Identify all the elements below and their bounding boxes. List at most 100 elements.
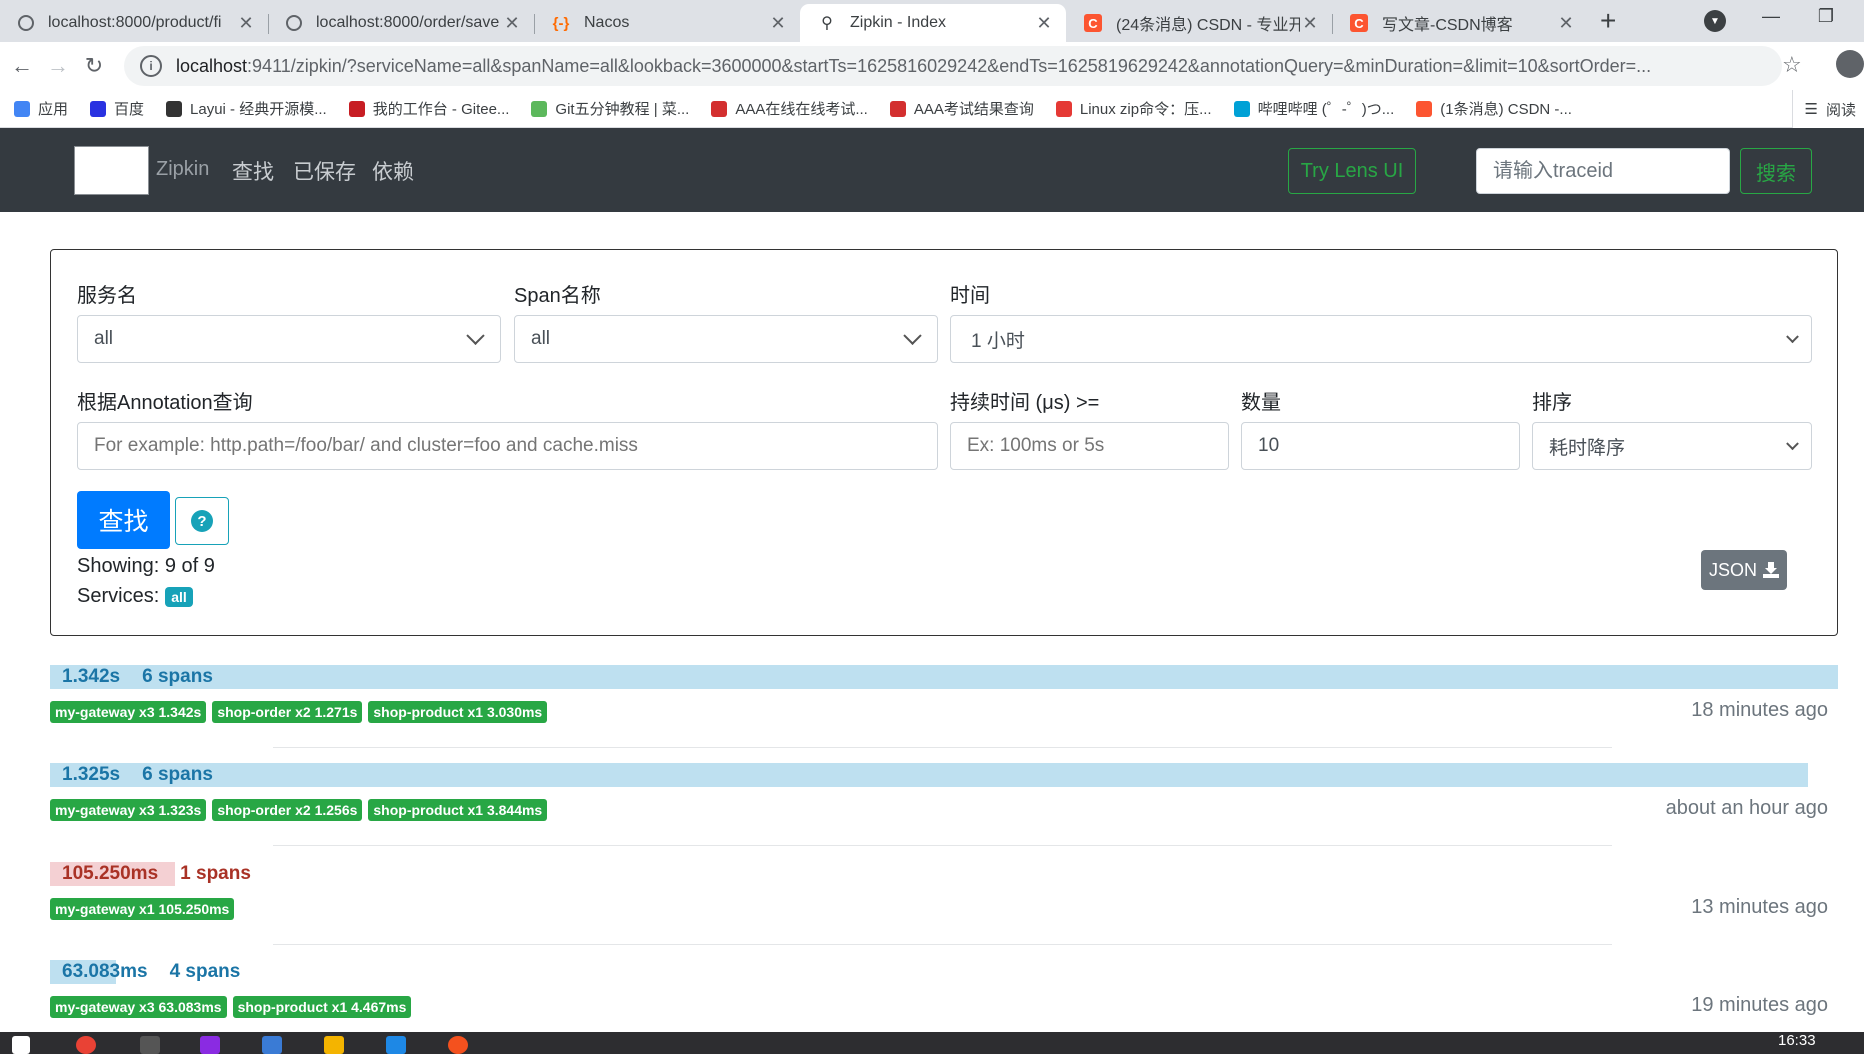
browser-tab-bar: localhost:8000/product/fi ✕ localhost:80… <box>0 0 1864 42</box>
sort-order-select[interactable]: 耗时降序 <box>1532 422 1812 470</box>
trace-span-count: 4 spans <box>169 961 241 982</box>
bookmark-label: AAA考试结果查询 <box>913 101 1034 118</box>
bookmark-item[interactable]: Layui - 经典开源模... <box>166 98 327 119</box>
info-icon[interactable]: i <box>140 55 162 77</box>
app-icon[interactable] <box>262 1036 282 1054</box>
zipkin-navbar: Zipkin 查找 已保存 依赖 Try Lens UI 搜索 <box>0 128 1864 212</box>
app-icon[interactable] <box>386 1036 406 1054</box>
reading-list-icon: ☰ <box>1804 101 1818 118</box>
span-name-select[interactable]: all <box>514 315 938 363</box>
bookmark-item[interactable]: AAA考试结果查询 <box>889 98 1034 119</box>
span-name-label: Span名称 <box>514 285 601 307</box>
profile-avatar[interactable] <box>1836 50 1864 78</box>
bookmark-item[interactable]: 哔哩哔哩 (゜-゜)つ... <box>1233 98 1394 119</box>
bookmark-item[interactable]: AAA在线在线考试... <box>711 98 868 119</box>
try-lens-ui-button[interactable]: Try Lens UI <box>1288 148 1416 194</box>
maximize-icon[interactable]: ❐ <box>1808 6 1844 27</box>
reading-list-label: 阅读 <box>1825 101 1856 119</box>
new-tab-icon[interactable]: + <box>1600 7 1616 35</box>
minimize-icon[interactable]: — <box>1753 6 1789 27</box>
limit-input[interactable]: 10 <box>1241 422 1520 470</box>
browser-tab[interactable]: {-} Nacos ✕ <box>534 4 800 42</box>
bookmark-item[interactable]: Linux zip命令：压... <box>1055 98 1212 119</box>
close-icon[interactable]: ✕ <box>502 13 522 34</box>
browser-tab[interactable]: localhost:8000/product/fi ✕ <box>0 4 268 42</box>
trace-duration-fill <box>50 665 1838 689</box>
search-button[interactable]: 搜索 <box>1740 148 1812 194</box>
brand-name[interactable]: Zipkin <box>156 158 209 181</box>
service-name-select[interactable]: all <box>77 315 501 363</box>
bookmark-label: (1条消息) CSDN -... <box>1440 101 1572 118</box>
reload-icon[interactable]: ↻ <box>76 53 112 79</box>
time-select[interactable]: 1 小时 <box>950 315 1812 363</box>
nav-find[interactable]: 查找 <box>232 156 274 186</box>
terminal-icon[interactable] <box>140 1036 160 1054</box>
close-icon[interactable]: ✕ <box>1556 13 1576 34</box>
csdn-icon: C <box>1084 14 1102 32</box>
trace-span-count: 1 spans <box>180 863 251 884</box>
start-icon[interactable] <box>12 1036 30 1054</box>
browser-tab[interactable]: C (24条消息) CSDN - 专业开 ✕ <box>1066 4 1332 42</box>
nav-saved[interactable]: 已保存 <box>293 156 356 186</box>
close-icon[interactable]: ✕ <box>1300 13 1320 34</box>
trace-duration-bar[interactable]: 1.325s 6 spans <box>50 763 1838 787</box>
service-tag[interactable]: shop-product x1 3.030ms <box>368 701 548 723</box>
bookmark-item[interactable]: 百度 <box>90 98 144 119</box>
close-icon[interactable]: ✕ <box>768 13 788 34</box>
bookmark-item[interactable]: 应用 <box>14 98 68 119</box>
globe-icon <box>18 15 34 31</box>
close-icon[interactable]: ✕ <box>236 13 256 34</box>
sort-label: 排序 <box>1532 392 1572 414</box>
bookmark-item[interactable]: (1条消息) CSDN -... <box>1416 98 1572 119</box>
forward-icon[interactable]: → <box>40 53 76 79</box>
back-icon[interactable]: ← <box>4 53 40 79</box>
browser-tab[interactable]: localhost:8000/order/save ✕ <box>268 4 534 42</box>
zipkin-logo-image[interactable] <box>74 146 149 195</box>
limit-label: 数量 <box>1241 392 1281 414</box>
trace-duration-bar[interactable]: 63.083ms 4 spans <box>50 960 1838 984</box>
csdn-icon: C <box>1350 14 1368 32</box>
url-field[interactable]: i localhost:9411/zipkin/?serviceName=all… <box>124 46 1782 86</box>
url-host: localhost <box>176 55 248 76</box>
json-download-button[interactable]: JSON <box>1701 550 1787 590</box>
help-button[interactable]: ? <box>175 497 229 545</box>
bookmark-item[interactable]: 我的工作台 - Gitee... <box>348 98 509 119</box>
service-tag[interactable]: shop-order x2 1.256s <box>212 799 363 821</box>
service-tag[interactable]: my-gateway x3 63.083ms <box>50 996 227 1018</box>
traceid-input[interactable] <box>1476 148 1730 194</box>
min-duration-input[interactable]: Ex: 100ms or 5s <box>950 422 1229 470</box>
reading-list[interactable]: ☰ 阅读 <box>1791 90 1864 128</box>
nav-dependencies[interactable]: 依赖 <box>372 156 414 186</box>
chrome-icon[interactable] <box>76 1036 96 1054</box>
service-tag[interactable]: shop-product x1 4.467ms <box>232 996 412 1018</box>
bookmark-star-icon[interactable]: ☆ <box>1782 52 1802 78</box>
chevron-down-icon <box>1786 437 1799 451</box>
address-bar: ← → ↻ i localhost:9411/zipkin/?serviceNa… <box>0 42 1864 90</box>
trace-duration-bar[interactable]: 105.250ms 1 spans <box>50 862 1838 886</box>
ide-icon[interactable] <box>200 1036 220 1054</box>
tab-search-icon[interactable]: ▼ <box>1704 10 1726 32</box>
app-icon[interactable] <box>448 1036 468 1054</box>
limit-value: 10 <box>1258 435 1280 456</box>
service-tag[interactable]: my-gateway x3 1.342s <box>50 701 207 723</box>
service-tag[interactable]: shop-product x1 3.844ms <box>368 799 548 821</box>
find-button[interactable]: 查找 <box>77 491 170 549</box>
bookmark-favicon-icon <box>1233 100 1250 117</box>
annotation-query-input[interactable]: For example: http.path=/foo/bar/ and clu… <box>77 422 938 470</box>
tab-title: 写文章-CSDN博客 <box>1382 17 1513 34</box>
bookmark-label: Layui - 经典开源模... <box>190 101 327 118</box>
service-tag[interactable]: my-gateway x3 1.323s <box>50 799 207 821</box>
folder-icon[interactable] <box>324 1036 344 1054</box>
service-badge[interactable]: all <box>165 586 193 607</box>
service-tag[interactable]: shop-order x2 1.271s <box>212 701 363 723</box>
bookmark-item[interactable]: Git五分钟教程 | 菜... <box>531 98 689 119</box>
close-icon[interactable]: ✕ <box>1034 13 1054 34</box>
trace-duration-bar[interactable]: 1.342s 6 spans <box>50 665 1838 689</box>
browser-tab-active[interactable]: ⚲ Zipkin - Index ✕ <box>800 4 1066 42</box>
trace-timestamp: 19 minutes ago <box>1691 994 1828 1016</box>
bookmark-label: AAA在线在线考试... <box>735 101 868 118</box>
browser-tab[interactable]: C 写文章-CSDN博客 ✕ <box>1332 4 1588 42</box>
service-tag[interactable]: my-gateway x1 105.250ms <box>50 898 235 920</box>
showing-count: Showing: 9 of 9 <box>77 555 215 577</box>
clock: 16:33 <box>1778 1032 1816 1049</box>
